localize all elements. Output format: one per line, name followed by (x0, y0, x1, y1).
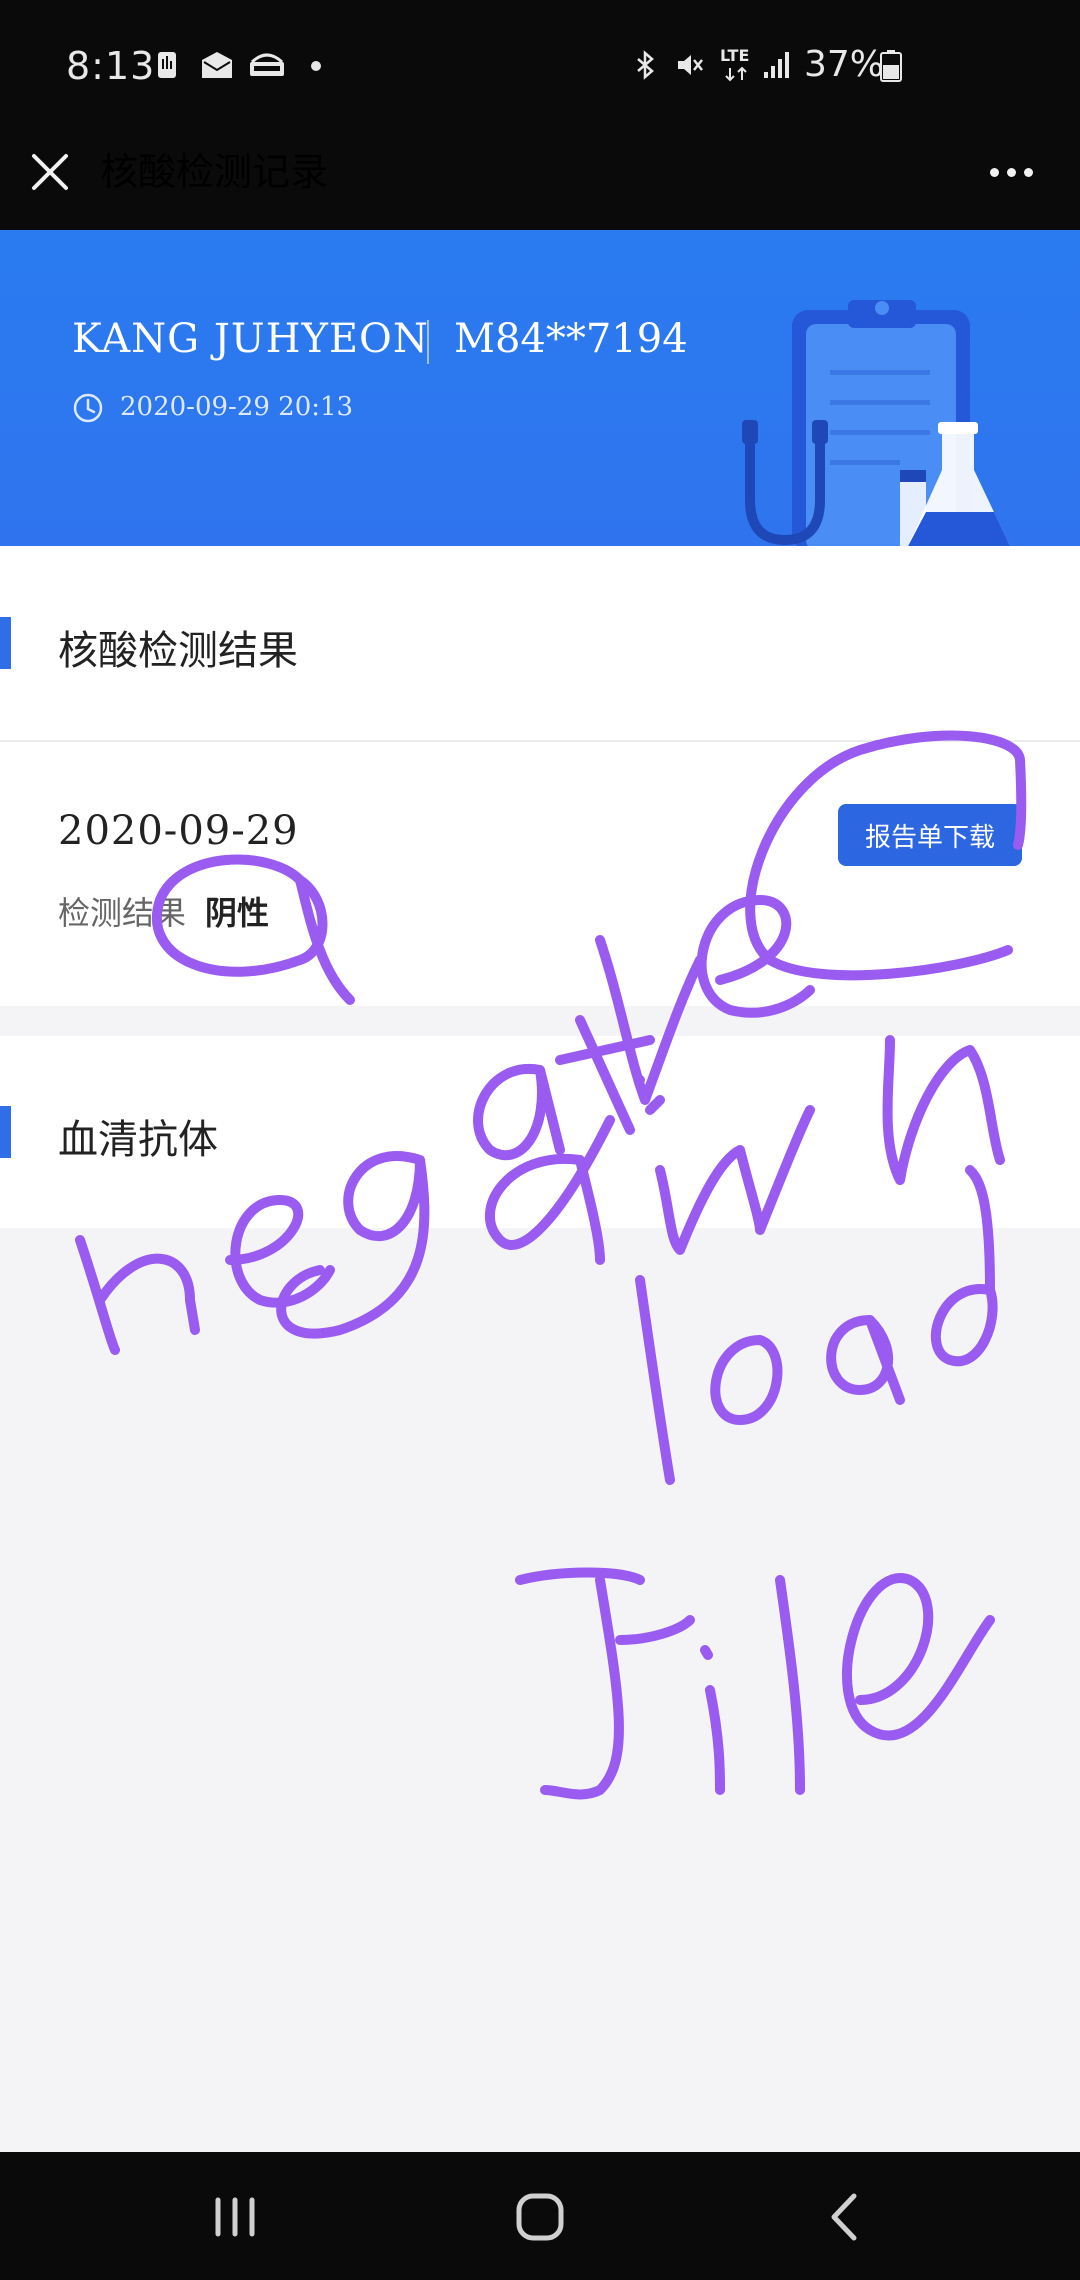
section-divider (0, 740, 1080, 742)
medical-clipboard-illustration (742, 300, 1011, 546)
nucleic-result-card (0, 546, 1080, 1006)
section-marker (0, 617, 11, 669)
system-nav-bar (0, 2152, 1080, 2280)
record-datetime: 2020-09-29 20:13 (120, 392, 354, 422)
clock-icon (73, 393, 103, 423)
close-icon[interactable] (26, 148, 74, 196)
data-arrows-icon (725, 66, 747, 82)
page-title: 核酸检测记录 (100, 150, 329, 194)
result-label: 检测结果 (58, 894, 187, 932)
patient-name: KANG JUHYEON (72, 316, 429, 362)
signal-icon (764, 52, 789, 78)
mute-icon (678, 55, 703, 75)
serum-section-title: 血清抗体 (58, 1117, 218, 1163)
mail-icon (202, 52, 232, 78)
status-bar: 8:13 LTE 37% (0, 0, 1080, 138)
home-icon[interactable] (505, 2182, 575, 2252)
section-marker (0, 1106, 11, 1158)
patient-banner: KANG JUHYEON M84**7194 2020-09-29 20:13 (0, 230, 1080, 546)
more-icon[interactable] (986, 150, 1036, 194)
bluetooth-icon (637, 50, 654, 80)
nucleic-section-title: 核酸检测结果 (58, 628, 298, 674)
download-report-button[interactable]: 报告单下载 (838, 804, 1022, 866)
sim-app-icon (158, 52, 176, 78)
back-icon[interactable] (810, 2182, 880, 2252)
status-time: 8:13 (66, 44, 156, 88)
recent-apps-icon[interactable] (200, 2182, 270, 2252)
battery-percent: 37% (804, 44, 885, 85)
battery-icon (880, 50, 902, 82)
patient-id: M84**7194 (454, 316, 688, 362)
name-id-divider (427, 320, 429, 364)
basket-icon (250, 53, 284, 76)
notification-dot (311, 61, 321, 71)
lte-icon: LTE (720, 46, 750, 65)
result-value: 阴性 (205, 894, 270, 932)
result-date: 2020-09-29 (58, 808, 299, 854)
